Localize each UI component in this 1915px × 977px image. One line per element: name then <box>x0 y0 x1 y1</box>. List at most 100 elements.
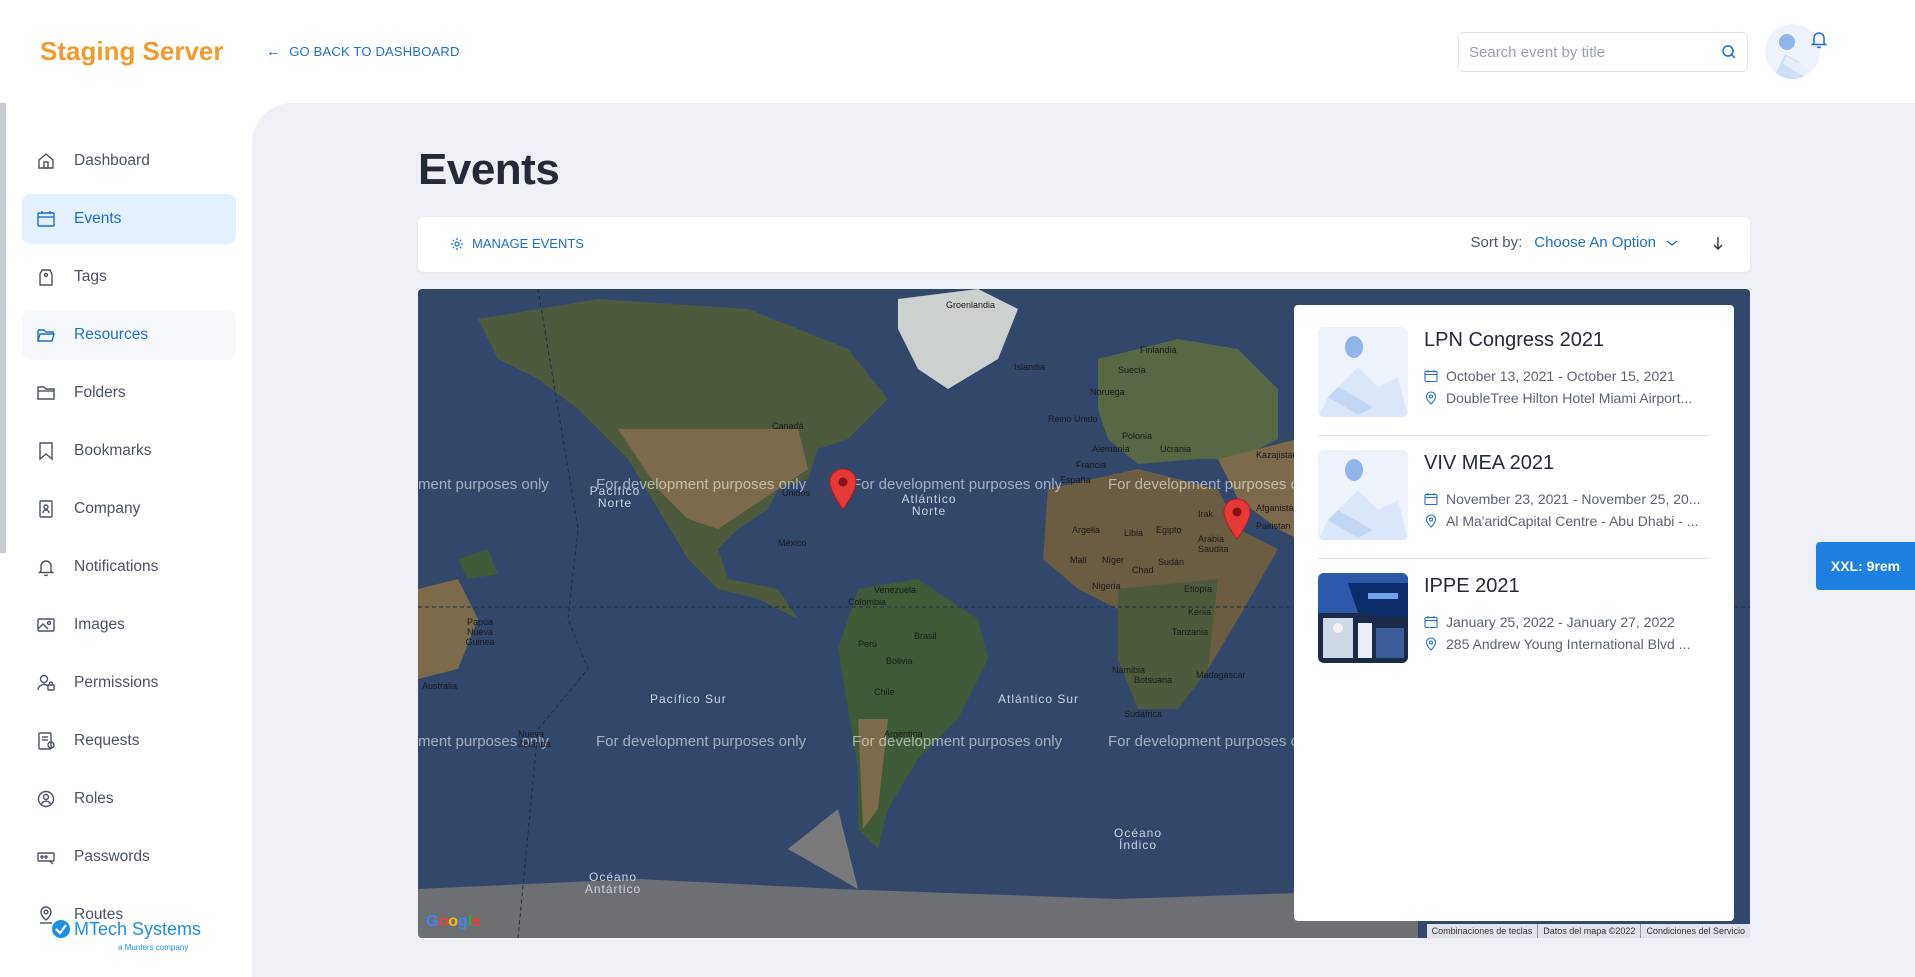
map-label: Afganistá <box>1256 503 1294 513</box>
event-card[interactable]: VIV MEA 2021 November 23, 2021 - Novembe… <box>1318 450 1710 559</box>
events-map[interactable]: ment purposes only For development purpo… <box>418 289 1750 938</box>
map-label: Chile <box>874 687 895 697</box>
manage-events-button[interactable]: MANAGE EVENTS <box>450 236 584 251</box>
keyboard-shortcuts-link[interactable]: Combinaciones de teclas <box>1427 924 1538 938</box>
map-attribution: Combinaciones de teclas Datos del mapa ©… <box>1426 924 1750 938</box>
map-label: Reino Unido <box>1048 414 1098 424</box>
ocean-label: Atlántico Sur <box>998 692 1080 706</box>
sidebar-item-roles[interactable]: Roles <box>22 774 236 824</box>
sidebar-item-folders[interactable]: Folders <box>22 368 236 418</box>
event-title: LPN Congress 2021 <box>1424 329 1605 351</box>
event-date: October 13, 2021 - October 15, 2021 <box>1446 368 1675 384</box>
map-label: Papúa Nueva Guinea <box>465 617 495 647</box>
logo-name: MTech Systems <box>74 919 201 939</box>
map-label: Unidos <box>782 488 811 498</box>
sidebar-nav: Dashboard Events Tags Resources Folders … <box>22 136 236 948</box>
map-label: Argentina <box>884 729 923 739</box>
map-label: Finlandia <box>1140 345 1177 355</box>
map-label: Nigeria <box>1092 581 1121 591</box>
location-pin-icon <box>1425 391 1437 405</box>
roles-icon <box>37 790 55 808</box>
sidebar-item-images[interactable]: Images <box>22 600 236 650</box>
map-data-label: Datos del mapa ©2022 <box>1537 924 1640 938</box>
map-label: Tanzania <box>1172 627 1209 637</box>
event-marker-pin[interactable] <box>829 468 857 510</box>
map-label: México <box>778 538 807 548</box>
event-thumbnail-placeholder <box>1318 450 1408 540</box>
sort-select[interactable]: Choose An Option <box>1534 234 1680 251</box>
sidebar-item-events[interactable]: Events <box>22 194 236 244</box>
search-icon[interactable] <box>1721 44 1737 60</box>
event-title: IPPE 2021 <box>1424 575 1520 597</box>
sidebar-item-tags[interactable]: Tags <box>22 252 236 302</box>
sidebar-item-bookmarks[interactable]: Bookmarks <box>22 426 236 476</box>
event-card[interactable]: LPN Congress 2021 October 13, 2021 - Oct… <box>1318 327 1710 436</box>
company-icon <box>39 500 53 518</box>
map-label: Namibia <box>1112 665 1146 675</box>
map-label: Etiopía <box>1184 584 1213 594</box>
dev-watermark: For development purposes only <box>852 476 1063 493</box>
location-pin-icon <box>1425 637 1437 651</box>
google-logo: Google <box>426 913 482 930</box>
map-label: Noruega <box>1090 387 1125 397</box>
map-label: Polonia <box>1122 431 1153 441</box>
dev-watermark: For development purposes only <box>596 733 807 750</box>
ocean-label: Océano Índico <box>1113 826 1163 852</box>
ocean-label: Atlántico Norte <box>901 492 957 518</box>
sidebar-scrollbar[interactable] <box>0 103 6 553</box>
map-label: Kazajistán <box>1256 450 1298 460</box>
map-label: Madagascar <box>1196 670 1246 680</box>
ocean-label: Océano Antártico <box>584 870 642 896</box>
map-label: Pakistan <box>1256 521 1291 531</box>
sidebar-item-resources[interactable]: Resources <box>22 310 236 360</box>
password-icon <box>37 852 55 865</box>
event-card[interactable]: IPPE 2021 January 25, 2022 - January 27,… <box>1318 573 1710 682</box>
folder-open-icon <box>37 329 55 342</box>
sidebar-item-dashboard[interactable]: Dashboard <box>22 136 236 186</box>
sidebar-item-label: Resources <box>74 326 149 343</box>
event-location: Al Ma'aridCapital Centre - Abu Dhabi - .… <box>1446 513 1699 529</box>
map-label: Islandia <box>1014 362 1046 372</box>
manage-events-label: MANAGE EVENTS <box>472 236 584 251</box>
event-thumbnail-photo <box>1318 573 1408 663</box>
event-thumbnail-placeholder <box>1318 327 1408 417</box>
ocean-label: Pacífico Sur <box>650 692 727 706</box>
sidebar-item-passwords[interactable]: Passwords <box>22 832 236 882</box>
sidebar-item-company[interactable]: Company <box>22 484 236 534</box>
sidebar-item-permissions[interactable]: Permissions <box>22 658 236 708</box>
map-label: Suecia <box>1118 365 1146 375</box>
folder-icon <box>37 386 55 400</box>
brand-title: Staging Server <box>40 36 224 66</box>
map-label: Chad <box>1132 565 1154 575</box>
dev-watermark: For development purposes o <box>1108 733 1299 750</box>
map-label: Argelia <box>1072 525 1101 535</box>
sidebar-item-notifications[interactable]: Notifications <box>22 542 236 592</box>
calendar-icon <box>37 211 55 227</box>
event-marker-pin[interactable] <box>1223 498 1251 540</box>
map-label: Níger <box>1102 555 1125 565</box>
sort-direction-arrow-icon[interactable] <box>1710 235 1726 251</box>
mtech-logo: MTech Systems a Munters company <box>52 919 201 952</box>
tag-icon <box>39 269 53 286</box>
sidebar-item-label: Notifications <box>74 558 159 575</box>
requests-icon <box>38 732 55 750</box>
terms-link[interactable]: Condiciones del Servicio <box>1640 924 1750 938</box>
sidebar-item-label: Requests <box>74 732 140 749</box>
back-to-dashboard-link[interactable]: ← GO BACK TO DASHBOARD <box>266 43 460 60</box>
sidebar-item-label: Bookmarks <box>74 442 152 459</box>
gear-icon <box>451 237 463 250</box>
bell-icon <box>37 560 55 577</box>
map-label: Perú <box>858 639 878 649</box>
dev-watermark: ment purposes only <box>418 476 549 493</box>
notification-bell-icon[interactable] <box>1808 28 1830 50</box>
map-label: Kenia <box>1188 607 1212 617</box>
map-label: Francia <box>1076 460 1107 470</box>
sidebar-item-requests[interactable]: Requests <box>22 716 236 766</box>
sidebar-item-label: Folders <box>74 384 126 401</box>
map-label: Ucrania <box>1160 444 1192 454</box>
chevron-down-icon <box>1666 239 1678 246</box>
search-input[interactable] <box>1469 43 1721 61</box>
map-label: Libia <box>1124 528 1144 538</box>
page-title: Events <box>418 145 560 194</box>
map-label: Groenlandia <box>946 300 996 310</box>
